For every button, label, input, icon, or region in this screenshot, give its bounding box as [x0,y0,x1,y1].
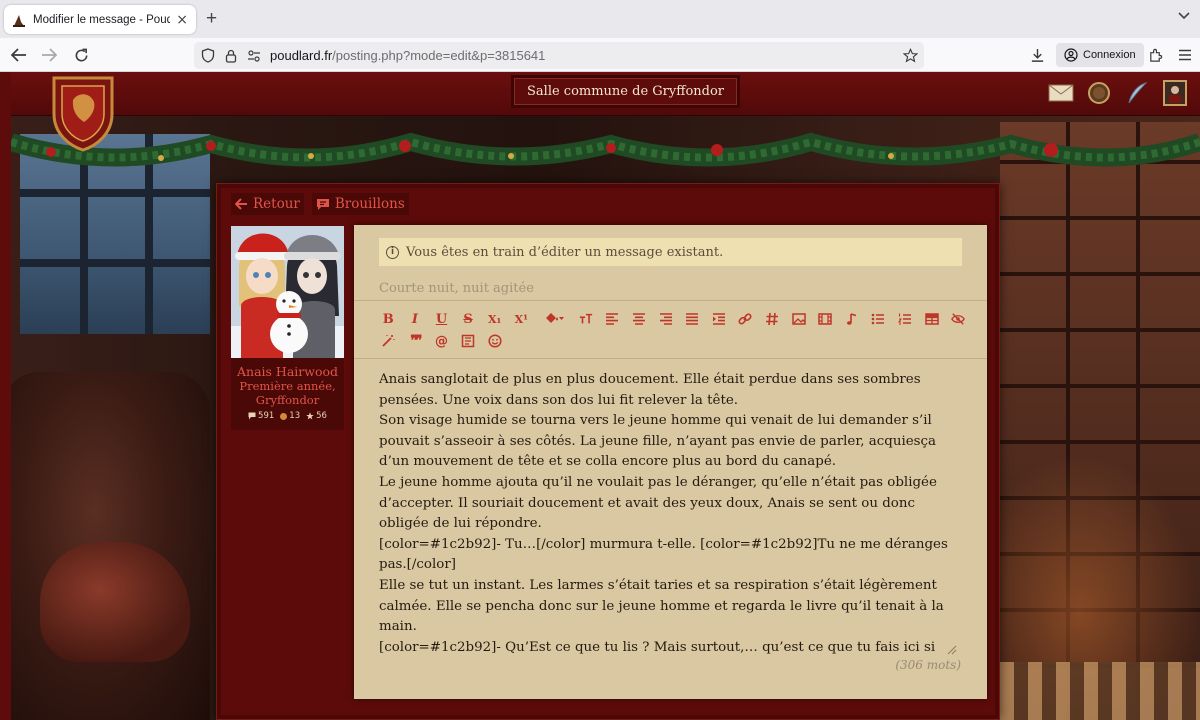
menu-hamburger-icon[interactable] [1174,45,1196,65]
drafts-label: Brouillons [334,196,405,212]
drafts-link[interactable]: Brouillons [311,193,409,215]
indent-icon[interactable] [706,308,733,330]
hidden-text-icon[interactable] [945,308,972,330]
mention-button[interactable]: @ [428,330,455,352]
word-count: (306 mots) [895,658,961,672]
toolbar-divider [354,358,987,359]
quote-button[interactable]: ❞❞ [402,330,429,352]
smiley-icon[interactable] [481,330,508,352]
profile-portrait-icon[interactable] [1162,80,1188,106]
image-icon[interactable] [785,308,812,330]
edit-notice-text: Vous êtes en train d’éditer un message e… [406,244,724,260]
user-avatar[interactable] [231,226,344,358]
quill-icon[interactable] [1124,80,1150,106]
user-house: Gryffondor [255,393,320,407]
link-icon[interactable] [732,308,759,330]
gryffindor-crest-icon[interactable] [48,72,118,152]
user-name[interactable]: Anais Hairwood [231,364,344,379]
hashtag-icon[interactable] [759,308,786,330]
points-stat: 13 [280,411,300,421]
tab-title: Modifier le message - Poudlard. [33,13,171,26]
extensions-icon[interactable] [1144,45,1166,65]
close-tab-icon[interactable]: × [176,12,188,28]
stars-count: 56 [316,411,327,421]
video-icon[interactable] [812,308,839,330]
superscript-button[interactable]: X¹ [508,308,535,330]
arrow-left-icon [235,198,248,210]
background-chessboard [1000,662,1200,720]
signin-label: Connexion [1083,49,1136,61]
tab-list-chevron-icon[interactable] [1178,10,1190,23]
subject-divider [354,300,987,301]
panel-links: Retour Brouillons [231,193,409,215]
room-title-label: Salle commune de Gryffondor [527,84,725,99]
back-link[interactable]: Retour [231,193,304,215]
coin-icon [280,412,288,420]
signin-button[interactable]: Connexion [1056,43,1144,67]
page-frame [0,72,11,720]
forward-arrow-icon[interactable] [38,45,60,65]
site-permissions-icon[interactable] [247,49,261,62]
new-tab-button[interactable]: + [206,8,217,30]
subscript-button[interactable]: X₁ [481,308,508,330]
underline-button[interactable]: U [428,308,455,330]
user-year: Première année, [239,379,336,393]
music-note-icon[interactable] [839,308,866,330]
shield-icon[interactable] [201,48,215,63]
bookmark-star-icon[interactable] [903,48,918,63]
url-domain: poudlard.fr [270,48,333,63]
lock-icon[interactable] [225,49,237,63]
strikethrough-button[interactable]: S [455,308,482,330]
christmas-garland [11,132,1200,167]
star-icon [306,412,314,420]
room-title[interactable]: Salle commune de Gryffondor [514,78,738,105]
align-left-icon[interactable] [599,308,626,330]
posts-count: 591 [258,411,275,421]
code-block-icon[interactable] [455,330,482,352]
edit-notice: i Vous êtes en train d’éditer un message… [379,238,962,266]
magic-wand-icon[interactable] [375,330,402,352]
top-icons [1048,80,1188,106]
url-path: /posting.php?mode=edit&p=3815641 [332,48,546,63]
user-card: Anais Hairwood Première année, Gryffondo… [231,358,344,430]
info-icon: i [386,245,399,259]
downloads-icon[interactable] [1026,45,1048,65]
subject-input[interactable] [379,277,962,299]
envelope-icon[interactable] [1048,80,1074,106]
browser-tab-bar: Modifier le message - Poudlard. × + [0,0,1200,38]
posts-stat: 591 [248,411,274,421]
message-editor: i Vous êtes en train d’éditer un message… [354,225,987,699]
bullet-list-icon[interactable] [865,308,892,330]
drafts-icon [316,198,330,211]
address-bar[interactable]: poudlard.fr/posting.php?mode=edit&p=3815… [194,42,924,69]
account-icon [1064,48,1078,62]
paint-bucket-icon [544,312,564,326]
resize-grip-icon[interactable] [945,640,957,655]
back-label: Retour [253,196,300,212]
speech-bubble-icon [248,412,256,420]
posting-panel: Retour Brouillons Anais Hairwood Premièr… [216,183,1000,720]
page: Salle commune de Gryffondor Retour Broui… [0,72,1200,720]
back-arrow-icon[interactable] [8,45,30,65]
user-stats: 591 13 56 [231,411,344,421]
browser-nav-bar: poudlard.fr/posting.php?mode=edit&p=3815… [0,38,1200,72]
bold-button[interactable]: B [375,308,402,330]
message-body-textarea[interactable]: Anais sanglotait de plus en plus douceme… [379,370,967,655]
font-size-icon[interactable] [573,308,600,330]
align-justify-icon[interactable] [679,308,706,330]
table-icon[interactable] [918,308,945,330]
bbcode-toolbar: B I U S X₁ X¹ ❞❞ @ [375,308,975,352]
align-right-icon[interactable] [652,308,679,330]
italic-button[interactable]: I [402,308,429,330]
align-center-icon[interactable] [626,308,653,330]
points-count: 13 [289,411,301,421]
text-color-button[interactable] [535,308,573,330]
numbered-list-icon[interactable] [892,308,919,330]
background-armchair [0,372,210,720]
browser-tab[interactable]: Modifier le message - Poudlard. × [4,5,196,34]
wizard-hat-icon [12,13,26,27]
galleon-coin-icon[interactable] [1086,80,1112,106]
reload-icon[interactable] [70,45,92,65]
stars-stat: 56 [306,411,327,421]
